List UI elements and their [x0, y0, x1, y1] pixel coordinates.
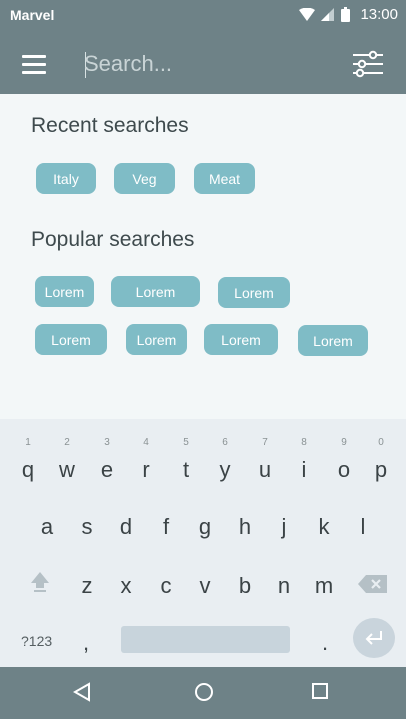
- popular-chip[interactable]: Lorem: [218, 277, 290, 308]
- status-time: 13:00: [360, 6, 398, 23]
- status-bar: Marvel 13:00: [0, 0, 406, 30]
- key[interactable]: f: [151, 514, 181, 540]
- key[interactable]: n: [269, 573, 299, 599]
- key[interactable]: c: [151, 573, 181, 599]
- key[interactable]: 7u: [250, 437, 280, 483]
- key[interactable]: x: [111, 573, 141, 599]
- key[interactable]: a: [32, 514, 62, 540]
- key[interactable]: m: [309, 573, 339, 599]
- home-icon[interactable]: [194, 682, 214, 702]
- key[interactable]: 4r: [131, 437, 161, 483]
- period-key[interactable]: .: [310, 630, 340, 656]
- search-input[interactable]: [84, 48, 324, 80]
- enter-icon: [365, 631, 382, 645]
- key[interactable]: 8i: [289, 437, 319, 483]
- symbols-key[interactable]: ?123: [21, 633, 52, 649]
- recents-icon[interactable]: [311, 682, 329, 700]
- key[interactable]: g: [190, 514, 220, 540]
- comma-key[interactable]: ,: [71, 630, 101, 656]
- wifi-icon: [299, 7, 316, 21]
- signal-icon: [321, 7, 335, 21]
- battery-icon: [341, 7, 351, 22]
- app-bar: [0, 30, 406, 94]
- enter-key[interactable]: [353, 618, 395, 658]
- key[interactable]: 3e: [92, 437, 122, 483]
- back-icon[interactable]: [73, 682, 91, 702]
- popular-chip[interactable]: Lorem: [126, 324, 187, 355]
- key[interactable]: 2w: [52, 437, 82, 483]
- key[interactable]: s: [72, 514, 102, 540]
- key[interactable]: 0p: [366, 437, 396, 483]
- backspace-icon[interactable]: [358, 574, 388, 594]
- key[interactable]: 9o: [329, 437, 359, 483]
- space-bar[interactable]: [121, 626, 290, 653]
- recent-chip-veg[interactable]: Veg: [114, 163, 175, 194]
- menu-icon[interactable]: [22, 55, 46, 75]
- popular-chip[interactable]: Lorem: [298, 325, 368, 356]
- key[interactable]: 6y: [210, 437, 240, 483]
- popular-chip[interactable]: Lorem: [111, 276, 200, 307]
- shift-icon[interactable]: [29, 570, 51, 594]
- key[interactable]: b: [230, 573, 260, 599]
- key[interactable]: j: [269, 514, 299, 540]
- popular-chip[interactable]: Lorem: [35, 276, 94, 307]
- popular-chip[interactable]: Lorem: [35, 324, 107, 355]
- recent-searches-title: Recent searches: [31, 114, 189, 137]
- carrier-name: Marvel: [10, 7, 55, 23]
- key[interactable]: h: [230, 514, 260, 540]
- popular-chip[interactable]: Lorem: [204, 324, 278, 355]
- recent-chip-italy[interactable]: Italy: [36, 163, 96, 194]
- recent-chip-meat[interactable]: Meat: [194, 163, 255, 194]
- key[interactable]: 5t: [171, 437, 201, 483]
- soft-keyboard: 1q 2w 3e 4r 5t 6y 7u 8i 9o 0p a s d f g …: [0, 419, 406, 667]
- key[interactable]: k: [309, 514, 339, 540]
- key[interactable]: z: [72, 573, 102, 599]
- key[interactable]: d: [111, 514, 141, 540]
- popular-searches-title: Popular searches: [31, 228, 195, 251]
- key[interactable]: 1q: [13, 437, 43, 483]
- system-nav-bar: [0, 667, 406, 719]
- key[interactable]: v: [190, 573, 220, 599]
- filter-icon[interactable]: [352, 50, 384, 78]
- key[interactable]: l: [348, 514, 378, 540]
- status-icons: 13:00: [299, 6, 398, 23]
